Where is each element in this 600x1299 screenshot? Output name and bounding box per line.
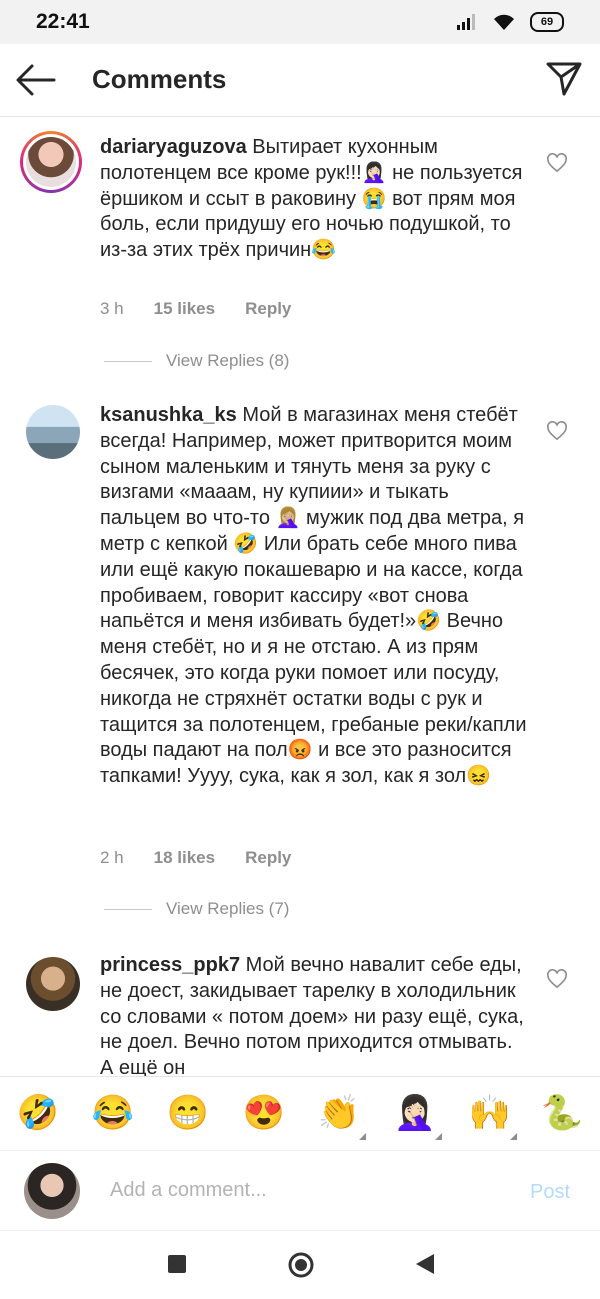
post-button[interactable]: Post <box>530 1181 570 1204</box>
comment-body: Мой в магазинах меня стебёт всегда! Напр… <box>100 404 527 788</box>
divider <box>104 360 152 362</box>
emoji-quick-bar: 🤣 😂 😁 😍 👏 🤦🏻‍♀️ 🙌 🐍 <box>0 1076 600 1151</box>
reply-button[interactable]: Reply <box>245 848 291 868</box>
page-title: Comments <box>92 64 227 94</box>
comment-composer: Post <box>0 1150 600 1231</box>
comment-text: ksanushka_ks Мой в магазинах меня стебёт… <box>100 403 530 790</box>
battery-level: 69 <box>540 16 554 28</box>
emoji-heart-eyes[interactable]: 😍 <box>242 1091 286 1135</box>
emoji-rofl[interactable]: 🤣 <box>16 1091 60 1135</box>
skin-tone-indicator <box>435 1133 442 1140</box>
avatar[interactable] <box>26 137 76 187</box>
comment-meta: 3 h 15 likes Reply <box>100 299 291 319</box>
comment-likes[interactable]: 18 likes <box>154 848 215 868</box>
comment-text: dariaryaguzova Вытирает кухонным полотен… <box>100 135 530 264</box>
comment-time: 2 h <box>100 848 124 867</box>
emoji-facepalm[interactable]: 🤦🏻‍♀️ <box>393 1091 437 1135</box>
comment-input[interactable] <box>110 1179 490 1202</box>
skin-tone-indicator <box>510 1133 517 1140</box>
signal-icon <box>457 14 475 30</box>
story-ring[interactable] <box>20 131 82 193</box>
comment-likes[interactable]: 15 likes <box>154 299 215 319</box>
comment-meta: 2 h 18 likes Reply <box>100 848 291 868</box>
divider <box>104 908 152 910</box>
view-replies[interactable]: View Replies (8) <box>104 351 289 371</box>
emoji-joy[interactable]: 😂 <box>91 1091 135 1135</box>
avatar[interactable] <box>26 405 80 459</box>
back-arrow-icon[interactable] <box>14 60 58 100</box>
avatar[interactable] <box>26 957 80 1011</box>
status-bar: 22:41 69 <box>0 0 600 44</box>
comment-time: 3 h <box>100 299 124 318</box>
like-heart-icon[interactable] <box>546 421 568 441</box>
comment-username[interactable]: princess_ppk7 <box>100 954 240 976</box>
emoji-snake[interactable]: 🐍 <box>540 1091 584 1135</box>
comment-text: princess_ppk7 Мой вечно навалит себе еды… <box>100 953 530 1077</box>
like-heart-icon[interactable] <box>546 153 568 173</box>
comment-username[interactable]: dariaryaguzova <box>100 136 247 158</box>
comment-username[interactable]: ksanushka_ks <box>100 404 237 426</box>
reply-button[interactable]: Reply <box>245 299 291 319</box>
emoji-clap[interactable]: 👏 <box>317 1091 361 1135</box>
view-replies-label[interactable]: View Replies (7) <box>166 899 289 919</box>
header: Comments <box>0 44 600 117</box>
view-replies-label[interactable]: View Replies (8) <box>166 351 289 371</box>
send-icon[interactable] <box>544 58 584 98</box>
status-icons: 69 <box>456 12 564 32</box>
battery-indicator: 69 <box>530 12 564 32</box>
comment-list[interactable]: dariaryaguzova Вытирает кухонным полотен… <box>0 117 600 1077</box>
system-nav-bar <box>0 1230 600 1299</box>
wifi-icon <box>494 14 514 30</box>
skin-tone-indicator <box>359 1133 366 1140</box>
home-icon[interactable] <box>287 1251 315 1279</box>
like-heart-icon[interactable] <box>546 969 568 989</box>
back-nav-icon[interactable] <box>414 1252 436 1276</box>
current-user-avatar <box>24 1163 80 1219</box>
view-replies[interactable]: View Replies (7) <box>104 899 289 919</box>
emoji-raised-hands[interactable]: 🙌 <box>468 1091 512 1135</box>
status-time: 22:41 <box>36 10 90 33</box>
recents-icon[interactable] <box>166 1253 188 1275</box>
emoji-grin[interactable]: 😁 <box>166 1091 210 1135</box>
